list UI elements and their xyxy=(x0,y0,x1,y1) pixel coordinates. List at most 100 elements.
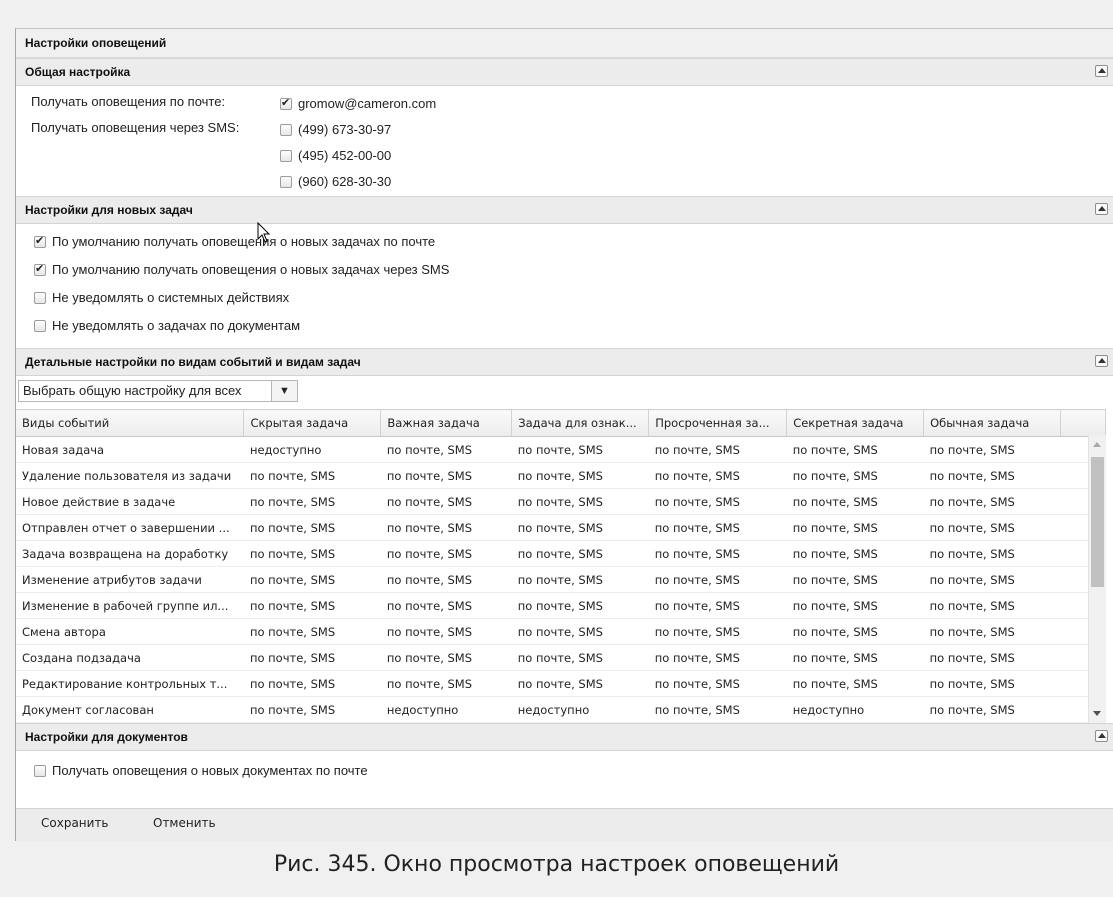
table-cell[interactable]: по почте, SMS xyxy=(380,644,512,671)
table-cell[interactable]: по почте, SMS xyxy=(243,488,381,515)
no-system-actions-option[interactable]: Не уведомлять о системных действиях xyxy=(34,290,289,305)
table-row[interactable]: Документ согласован по почте, SMS недоступ… xyxy=(16,696,1106,723)
checkbox-icon[interactable] xyxy=(34,319,46,332)
email-checkbox[interactable]: gromow@cameron.com xyxy=(280,96,436,111)
new-documents-email-option[interactable]: Получать оповещения о новых документах п… xyxy=(34,763,368,778)
table-cell[interactable]: по почте, SMS xyxy=(786,488,924,515)
table-cell[interactable]: по почте, SMS xyxy=(380,670,512,697)
table-cell[interactable]: по почте, SMS xyxy=(511,514,649,541)
table-cell[interactable]: по почте, SMS xyxy=(786,618,924,645)
table-cell[interactable]: по почте, SMS xyxy=(380,592,512,619)
table-cell[interactable]: по почте, SMS xyxy=(243,696,381,723)
column-header-secret-task[interactable]: Секретная задача xyxy=(786,409,925,437)
table-cell[interactable]: по почте, SMS xyxy=(511,462,649,489)
table-cell[interactable]: по почте, SMS xyxy=(923,592,1061,619)
checkbox-icon[interactable] xyxy=(280,123,292,136)
table-cell[interactable]: по почте, SMS xyxy=(243,540,381,567)
table-row[interactable]: Новое действие в задаче по почте, SMS по п… xyxy=(16,488,1106,515)
no-document-tasks-option[interactable]: Не уведомлять о задачах по документам xyxy=(34,318,300,333)
table-cell[interactable]: по почте, SMS xyxy=(511,540,649,567)
cancel-button[interactable]: Отменить xyxy=(153,816,216,830)
column-header-hidden-task[interactable]: Скрытая задача xyxy=(243,409,382,437)
table-cell[interactable]: по почте, SMS xyxy=(648,514,787,541)
table-cell[interactable]: по почте, SMS xyxy=(243,670,381,697)
table-cell[interactable]: недоступно xyxy=(786,696,924,723)
chevron-down-icon[interactable]: ▼ xyxy=(271,381,297,401)
table-cell[interactable]: по почте, SMS xyxy=(648,618,787,645)
table-cell[interactable]: по почте, SMS xyxy=(923,488,1061,515)
collapse-new-tasks-button[interactable] xyxy=(1095,203,1108,215)
table-cell[interactable]: по почте, SMS xyxy=(243,514,381,541)
table-row[interactable]: Отправлен отчет о завершении ... по почте… xyxy=(16,514,1106,541)
table-cell[interactable]: по почте, SMS xyxy=(923,462,1061,489)
table-row[interactable]: Удаление пользователя из задачи по почте,… xyxy=(16,462,1106,489)
table-cell[interactable]: по почте, SMS xyxy=(923,644,1061,671)
table-cell[interactable]: по почте, SMS xyxy=(923,514,1061,541)
table-cell[interactable]: по почте, SMS xyxy=(648,696,787,723)
new-task-sms-option[interactable]: По умолчанию получать оповещения о новых… xyxy=(34,262,449,277)
table-cell[interactable]: по почте, SMS xyxy=(511,644,649,671)
collapse-detailed-button[interactable] xyxy=(1095,355,1108,367)
table-row[interactable]: Новая задача недоступно по почте, SMS по по… xyxy=(16,436,1106,463)
table-cell[interactable]: по почте, SMS xyxy=(923,696,1061,723)
table-row[interactable]: Изменение в рабочей группе ил... по почте… xyxy=(16,592,1106,619)
table-cell[interactable]: по почте, SMS xyxy=(511,488,649,515)
table-cell[interactable]: по почте, SMS xyxy=(923,618,1061,645)
phone-checkbox-2[interactable]: (495) 452-00-00 xyxy=(280,148,391,163)
table-cell[interactable]: по почте, SMS xyxy=(786,566,924,593)
table-cell[interactable]: по почте, SMS xyxy=(380,618,512,645)
table-cell[interactable]: по почте, SMS xyxy=(243,644,381,671)
checkbox-checked-icon[interactable] xyxy=(34,234,46,248)
table-cell[interactable]: по почте, SMS xyxy=(648,436,787,463)
checkbox-icon[interactable] xyxy=(34,291,46,304)
table-cell[interactable]: по почте, SMS xyxy=(243,618,381,645)
table-cell[interactable]: недоступно xyxy=(511,696,649,723)
scroll-down-arrow-icon[interactable] xyxy=(1093,711,1101,716)
table-cell[interactable]: по почте, SMS xyxy=(648,462,787,489)
table-row[interactable]: Создана подзадача по почте, SMS по почте, … xyxy=(16,644,1106,671)
checkbox-icon[interactable] xyxy=(34,764,46,777)
checkbox-checked-icon[interactable] xyxy=(34,262,46,276)
table-cell[interactable]: по почте, SMS xyxy=(511,618,649,645)
table-cell[interactable]: по почте, SMS xyxy=(786,670,924,697)
table-cell[interactable]: по почте, SMS xyxy=(243,592,381,619)
table-row[interactable]: Смена автора по почте, SMS по почте, SMS по… xyxy=(16,618,1106,645)
table-cell[interactable]: по почте, SMS xyxy=(380,566,512,593)
table-cell[interactable]: по почте, SMS xyxy=(380,540,512,567)
table-cell[interactable]: по почте, SMS xyxy=(923,670,1061,697)
table-cell[interactable]: по почте, SMS xyxy=(923,436,1061,463)
table-cell[interactable]: по почте, SMS xyxy=(380,488,512,515)
phone-checkbox-1[interactable]: (499) 673-30-97 xyxy=(280,122,391,137)
table-cell[interactable]: по почте, SMS xyxy=(786,540,924,567)
scroll-up-arrow-icon[interactable] xyxy=(1093,442,1101,447)
table-cell[interactable]: недоступно xyxy=(243,436,381,463)
grid-vertical-scrollbar[interactable] xyxy=(1088,435,1106,723)
table-cell[interactable]: по почте, SMS xyxy=(786,644,924,671)
column-header-review-task[interactable]: Задача для ознак... xyxy=(511,409,650,437)
table-cell[interactable]: по почте, SMS xyxy=(380,462,512,489)
table-cell[interactable]: по почте, SMS xyxy=(786,514,924,541)
column-header-event-type[interactable]: Виды событий xyxy=(16,409,245,437)
column-header-important-task[interactable]: Важная задача xyxy=(380,409,513,437)
table-row[interactable]: Редактирование контрольных т... по почте,… xyxy=(16,670,1106,697)
table-cell[interactable]: по почте, SMS xyxy=(786,592,924,619)
table-cell[interactable]: по почте, SMS xyxy=(923,566,1061,593)
common-setting-combo[interactable]: Выбрать общую настройку для всех ▼ xyxy=(18,380,298,402)
table-cell[interactable]: по почте, SMS xyxy=(648,644,787,671)
table-cell[interactable]: по почте, SMS xyxy=(380,436,512,463)
table-cell[interactable]: по почте, SMS xyxy=(648,540,787,567)
table-cell[interactable]: по почте, SMS xyxy=(511,592,649,619)
save-button[interactable]: Сохранить xyxy=(41,816,109,830)
table-cell[interactable]: по почте, SMS xyxy=(511,670,649,697)
table-cell[interactable]: по почте, SMS xyxy=(786,462,924,489)
table-cell[interactable]: по почте, SMS xyxy=(511,436,649,463)
checkbox-icon[interactable] xyxy=(280,175,292,188)
table-cell[interactable]: по почте, SMS xyxy=(648,670,787,697)
collapse-general-button[interactable] xyxy=(1095,65,1108,77)
collapse-documents-button[interactable] xyxy=(1095,730,1108,742)
table-cell[interactable]: по почте, SMS xyxy=(786,436,924,463)
table-cell[interactable]: по почте, SMS xyxy=(648,566,787,593)
table-cell[interactable]: по почте, SMS xyxy=(511,566,649,593)
scrollbar-thumb[interactable] xyxy=(1091,457,1104,587)
table-cell[interactable]: по почте, SMS xyxy=(648,592,787,619)
